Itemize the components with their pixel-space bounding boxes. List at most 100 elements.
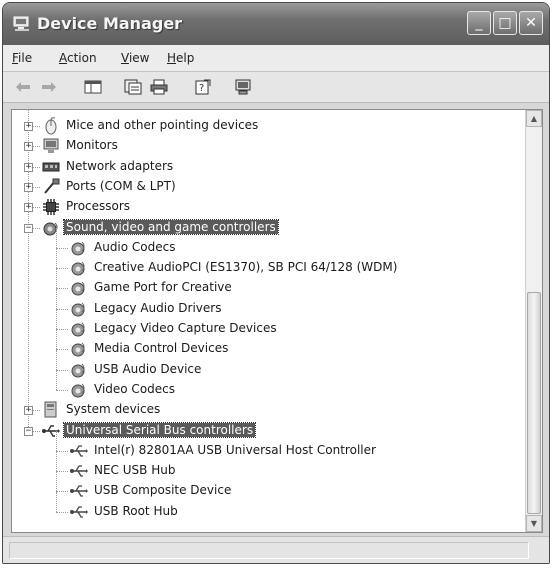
tree-category-item[interactable]: + System devices [12, 400, 522, 420]
scroll-thumb[interactable] [527, 292, 541, 514]
sound-device-icon [71, 282, 85, 296]
device-manager-icon [13, 16, 29, 31]
device-manager-window: Device Manager _ □ ✕ File Action View He… [2, 2, 550, 564]
close-button[interactable]: ✕ [519, 11, 543, 35]
help-icon[interactable]: ? [193, 77, 213, 97]
menu-file[interactable]: File [12, 51, 32, 65]
tree-item-label: Video Codecs [94, 381, 176, 396]
sound-device-icon [71, 363, 85, 378]
processor-icon [43, 199, 59, 216]
tree-item-label: Audio Codecs [94, 239, 176, 254]
tree-item-label: USB Root Hub [94, 503, 178, 518]
expand-button[interactable]: + [24, 203, 33, 213]
tree-child-item[interactable]: USB Audio Device [12, 349, 522, 380]
usb-device-icon [70, 506, 88, 518]
maximize-button[interactable]: □ [493, 11, 517, 35]
expand-button[interactable]: + [24, 142, 33, 152]
status-text [9, 542, 529, 559]
print-icon[interactable] [149, 77, 169, 97]
tree-child-item[interactable]: Game Port for Creative [12, 268, 522, 298]
menu-view-label: iew [128, 51, 150, 65]
menu-view[interactable]: View [121, 51, 149, 65]
menu-file-label: ile [18, 51, 33, 65]
tree-child-item[interactable]: Audio Codecs [12, 227, 522, 258]
back-arrow-icon[interactable] [13, 77, 33, 97]
usb-icon [42, 424, 60, 437]
tree-category-item[interactable]: + Ports (COM & LPT) [12, 177, 522, 197]
expand-button[interactable]: + [24, 122, 33, 131]
window-title: Device Manager [37, 14, 183, 33]
tree-connector [56, 389, 68, 391]
tree-item-label: Ports (COM & LPT) [66, 178, 176, 193]
tree-child-item[interactable]: Legacy Video Capture Devices [12, 309, 522, 339]
menu-action[interactable]: Action [59, 51, 97, 65]
tree-item-label: Sound, video and game controllers [63, 218, 279, 235]
tree-item-label: Media Control Devices [94, 341, 229, 356]
tree-item-label: NEC USB Hub [94, 463, 176, 478]
usb-device-icon [70, 485, 88, 498]
properties-icon[interactable] [123, 77, 143, 97]
tree-connector [56, 227, 57, 248]
tree-connector [56, 247, 68, 249]
device-tree[interactable]: + Mice and other pointing devices + Monitor… [11, 109, 543, 533]
monitor-icon [43, 138, 59, 154]
tree-item-label: Universal Serial Bus controllers [62, 421, 257, 438]
tree-connector [56, 369, 57, 390]
tree-category-item[interactable]: + Monitors [12, 136, 522, 156]
title-bar[interactable]: Device Manager _ □ ✕ [3, 3, 549, 45]
tree-category-item[interactable]: − Sound, video and game controllers [12, 218, 522, 238]
menu-action-mnemonic: A [59, 51, 67, 65]
tree-item-label: Legacy Audio Drivers [94, 300, 222, 315]
scan-hardware-icon[interactable] [233, 77, 253, 97]
tree-connector [56, 329, 68, 330]
tree-child-item[interactable]: Creative AudioPCI (ES1370), SB PCI 64/12… [12, 248, 522, 278]
tree-item-label: Intel(r) 82801AA USB Universal Host Cont… [94, 442, 376, 457]
tree-item-label: Processors [66, 199, 131, 214]
tree-item-label: Mice and other pointing devices [66, 118, 259, 132]
tree-child-item[interactable]: USB Composite Device [12, 471, 522, 501]
tree-child-item[interactable]: NEC USB Hub [12, 451, 522, 481]
expand-button[interactable]: + [24, 162, 33, 172]
tree-child-item[interactable]: Legacy Audio Drivers [12, 288, 522, 319]
tree-category-item[interactable]: + Processors [12, 197, 522, 217]
tree-connector [56, 511, 68, 513]
sound-icon [43, 222, 58, 235]
tree-connector [56, 471, 68, 473]
menu-help-label: elp [176, 51, 195, 65]
expand-button[interactable]: + [24, 182, 33, 192]
collapse-button[interactable]: − [24, 426, 33, 436]
tree-connector [56, 450, 68, 452]
tree-category-item[interactable]: + Mice and other pointing devices [12, 116, 522, 136]
minimize-button[interactable]: _ [467, 11, 491, 35]
tree-category-item[interactable]: − Universal Serial Bus controllers [12, 421, 522, 441]
tree-child-item[interactable]: Intel(r) 82801AA USB Universal Host Cont… [12, 430, 522, 461]
tree-connector [56, 491, 68, 493]
tree-child-item[interactable]: Media Control Devices [12, 329, 522, 359]
scroll-down-button[interactable]: ▼ [526, 515, 542, 532]
vertical-scrollbar[interactable]: ▲ ▼ [525, 110, 542, 532]
tree-connector [56, 248, 57, 269]
tree-item-label: Creative AudioPCI (ES1370), SB PCI 64/12… [94, 260, 398, 275]
tree-connector [56, 471, 57, 492]
collapse-button[interactable]: − [24, 223, 33, 233]
tree-item-label: System devices [66, 402, 161, 417]
show-hide-console-tree-icon[interactable] [83, 77, 103, 97]
tree-item-label: USB Audio Device [94, 361, 202, 376]
usb-device-icon [70, 465, 88, 477]
tree-child-item[interactable]: USB Root Hub [12, 491, 522, 522]
tree-connector [56, 329, 57, 350]
tree-category-item[interactable]: + Network adapters [12, 157, 522, 177]
tree-connector [56, 451, 57, 472]
menu-help[interactable]: Help [167, 51, 194, 65]
forward-arrow-icon[interactable] [39, 77, 59, 97]
network-adapter-icon [42, 162, 60, 172]
expand-button[interactable]: + [24, 406, 33, 416]
tree-connector [56, 268, 57, 289]
sound-device-icon [71, 261, 85, 276]
tree-child-item[interactable]: Video Codecs [12, 369, 522, 400]
system-devices-icon [44, 401, 57, 418]
menu-bar: File Action View Help [3, 45, 549, 72]
tree-item-label: Legacy Video Capture Devices [94, 321, 277, 335]
tree-connector [56, 268, 68, 270]
scroll-up-button[interactable]: ▲ [526, 110, 542, 127]
